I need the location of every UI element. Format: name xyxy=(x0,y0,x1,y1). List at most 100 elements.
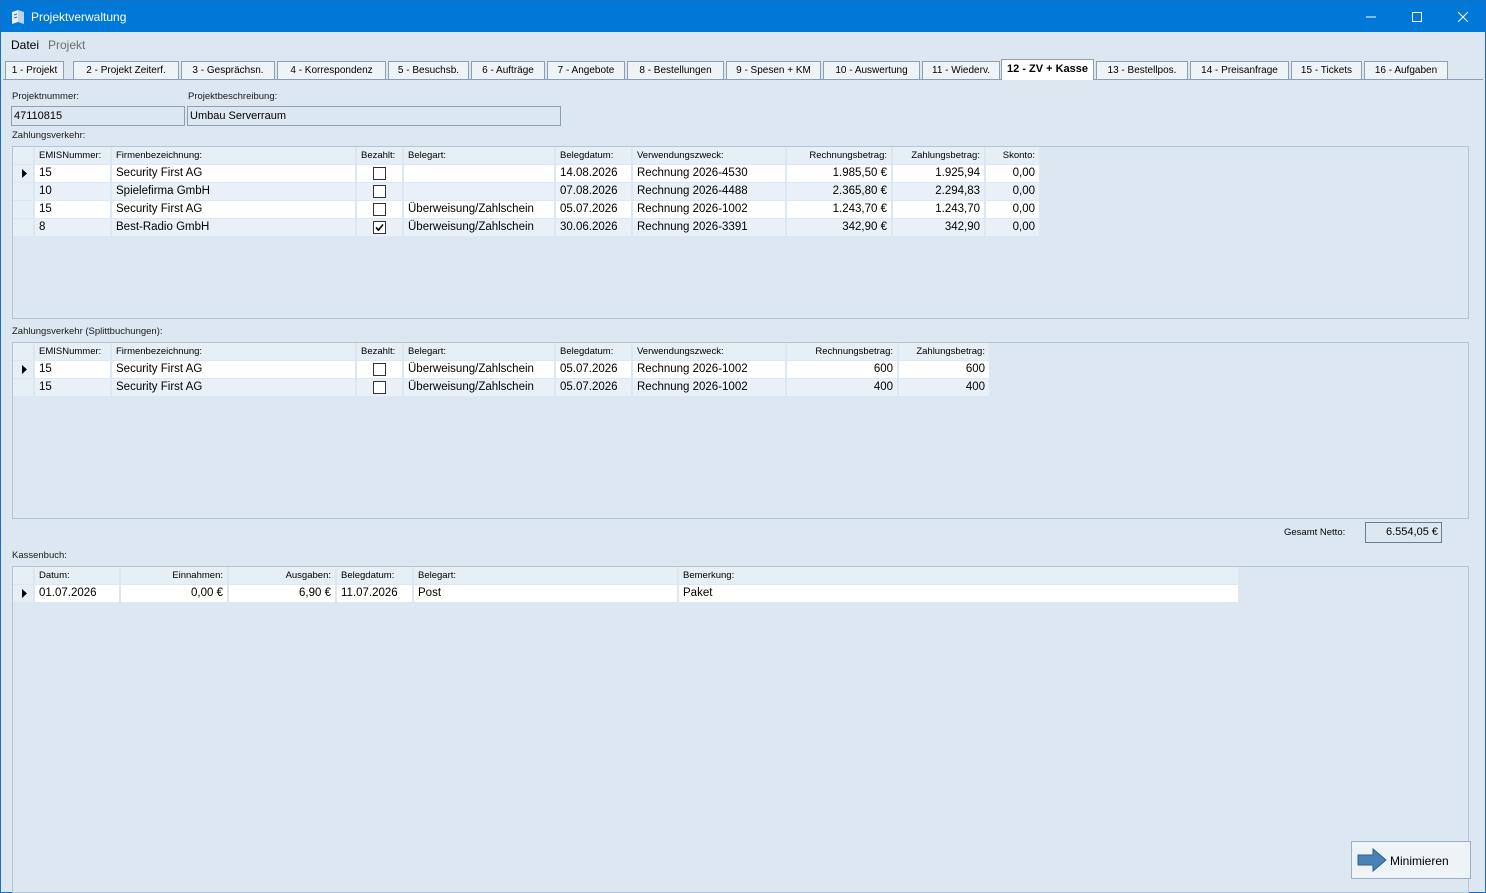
tab-bestellungen[interactable]: 8 - Bestellungen xyxy=(627,61,724,80)
kasse-header-ausgaben[interactable]: Ausgaben: xyxy=(229,567,335,584)
zv-cell-skonto[interactable]: 0,00 xyxy=(986,165,1039,182)
zv-header-zahlung[interactable]: Zahlungsbetrag: xyxy=(893,147,984,164)
zv-cell-datum[interactable]: 07.08.2026 xyxy=(556,183,631,200)
zv-cell-belegart[interactable] xyxy=(404,165,554,182)
tab-tickets[interactable]: 15 - Tickets xyxy=(1291,61,1362,80)
zv-cell-rechnung[interactable]: 2.365,80 € xyxy=(787,183,891,200)
close-window-button[interactable] xyxy=(1440,1,1486,32)
zv-header-emis[interactable]: EMISNummer: xyxy=(35,147,110,164)
zv-cell-bezahlt[interactable] xyxy=(357,183,402,200)
kasse-cell-belegdatum[interactable]: 11.07.2026 xyxy=(337,585,412,602)
zv-cell-skonto[interactable]: 0,00 xyxy=(986,219,1039,236)
kassenbuch-grid[interactable]: Datum: Einnahmen: Ausgaben: Belegdatum: Bele… xyxy=(12,566,1469,893)
zv-cell-bezahlt[interactable] xyxy=(357,219,402,236)
tab-wiederv[interactable]: 11 - Wiederv. xyxy=(922,61,1000,80)
projektnummer-field[interactable]: 47110815 xyxy=(11,106,185,126)
maximize-window-button[interactable] xyxy=(1394,1,1440,32)
split-header-bezahlt[interactable]: Bezahlt: xyxy=(357,343,402,360)
zv-row-selector[interactable] xyxy=(13,183,33,200)
bezahlt-checkbox[interactable] xyxy=(373,221,386,234)
zv-cell-firma[interactable]: Security First AG xyxy=(112,201,355,218)
bezahlt-checkbox[interactable] xyxy=(373,363,386,376)
split-cell-datum[interactable]: 05.07.2026 xyxy=(556,361,631,378)
split-cell-firma[interactable]: Security First AG xyxy=(112,379,355,396)
zv-header-datum[interactable]: Belegdatum: xyxy=(556,147,631,164)
minimieren-button[interactable]: Minimieren xyxy=(1351,841,1471,879)
tab-zv-kasse[interactable]: 12 - ZV + Kasse xyxy=(1001,59,1094,80)
split-cell-firma[interactable]: Security First AG xyxy=(112,361,355,378)
title-bar[interactable]: Projektverwaltung xyxy=(1,1,1485,32)
projektbeschreibung-field[interactable]: Umbau Serverraum xyxy=(187,106,561,126)
bezahlt-checkbox[interactable] xyxy=(373,203,386,216)
minimize-window-button[interactable] xyxy=(1348,1,1394,32)
menu-datei[interactable]: Datei xyxy=(11,38,39,52)
zv-cell-firma[interactable]: Spielefirma GmbH xyxy=(112,183,355,200)
zv-row-selector[interactable] xyxy=(13,219,33,236)
zv-cell-belegart[interactable] xyxy=(404,183,554,200)
split-row-selector[interactable] xyxy=(13,361,33,378)
split-cell-emis[interactable]: 15 xyxy=(35,379,110,396)
zv-cell-belegart[interactable]: Überweisung/Zahlschein xyxy=(404,201,554,218)
zv-cell-skonto[interactable]: 0,00 xyxy=(986,183,1039,200)
kasse-cell-einnahmen[interactable]: 0,00 € xyxy=(121,585,227,602)
zv-cell-zahlung[interactable]: 342,90 xyxy=(893,219,984,236)
gesamt-netto-field[interactable]: 6.554,05 € xyxy=(1365,522,1442,543)
split-cell-zweck[interactable]: Rechnung 2026-1002 xyxy=(633,361,785,378)
tab-angebote[interactable]: 7 - Angebote xyxy=(547,61,625,80)
zv-header-skonto[interactable]: Skonto: xyxy=(986,147,1039,164)
split-header-rechnung[interactable]: Rechnungsbetrag: xyxy=(787,343,897,360)
tab-aufgaben[interactable]: 16 - Aufgaben xyxy=(1364,61,1448,80)
kasse-header-einnahmen[interactable]: Einnahmen: xyxy=(121,567,227,584)
kasse-row[interactable]: 01.07.2026 0,00 €6,90 €11.07.2026 Post Pake… xyxy=(13,585,1468,603)
zv-cell-skonto[interactable]: 0,00 xyxy=(986,201,1039,218)
tab-gespraechsn[interactable]: 3 - Gesprächsn. xyxy=(181,61,275,80)
split-cell-zahlung[interactable]: 600 xyxy=(899,361,989,378)
split-cell-belegart[interactable]: Überweisung/Zahlschein xyxy=(404,379,554,396)
menu-projekt[interactable]: Projekt xyxy=(48,38,85,52)
tab-auftraege[interactable]: 6 - Aufträge xyxy=(471,61,545,80)
kasse-header-bemerkung[interactable]: Bemerkung: xyxy=(679,567,1238,584)
split-cell-zweck[interactable]: Rechnung 2026-1002 xyxy=(633,379,785,396)
zv-cell-bezahlt[interactable] xyxy=(357,201,402,218)
kasse-header-belegdatum[interactable]: Belegdatum: xyxy=(337,567,412,584)
tab-korrespondenz[interactable]: 4 - Korrespondenz xyxy=(277,61,386,80)
split-header-datum[interactable]: Belegdatum: xyxy=(556,343,631,360)
split-cell-emis[interactable]: 15 xyxy=(35,361,110,378)
zv-cell-rechnung[interactable]: 342,90 € xyxy=(787,219,891,236)
zv-cell-zweck[interactable]: Rechnung 2026-1002 xyxy=(633,201,785,218)
zv-cell-zweck[interactable]: Rechnung 2026-3391 xyxy=(633,219,785,236)
tab-bestellpos[interactable]: 13 - Bestellpos. xyxy=(1096,61,1188,80)
zv-header-zweck[interactable]: Verwendungszweck: xyxy=(633,147,785,164)
zv-cell-zweck[interactable]: Rechnung 2026-4488 xyxy=(633,183,785,200)
tab-preisanfrage[interactable]: 14 - Preisanfrage xyxy=(1190,61,1289,80)
splittbuchungen-grid[interactable]: EMISNummer: Firmenbezeichnung: Bezahlt: Bel… xyxy=(12,342,1469,519)
bezahlt-checkbox[interactable] xyxy=(373,381,386,394)
zv-cell-datum[interactable]: 14.08.2026 xyxy=(556,165,631,182)
tab-spesen-km[interactable]: 9 - Spesen + KM xyxy=(726,61,821,80)
zv-cell-zahlung[interactable]: 1.243,70 xyxy=(893,201,984,218)
kasse-cell-ausgaben[interactable]: 6,90 € xyxy=(229,585,335,602)
tab-auswertung[interactable]: 10 - Auswertung xyxy=(823,61,920,80)
split-cell-belegart[interactable]: Überweisung/Zahlschein xyxy=(404,361,554,378)
kasse-header-datum[interactable]: Datum: xyxy=(35,567,119,584)
zv-cell-firma[interactable]: Best-Radio GmbH xyxy=(112,219,355,236)
kasse-cell-belegart[interactable]: Post xyxy=(414,585,677,602)
zv-header-bezahlt[interactable]: Bezahlt: xyxy=(357,147,402,164)
zv-row[interactable]: 15 Security First AG 14.08.2026 Rechnung 20… xyxy=(13,165,1468,183)
kasse-row-selector[interactable] xyxy=(13,585,33,602)
kasse-header-belegart[interactable]: Belegart: xyxy=(414,567,677,584)
kasse-cell-bemerkung[interactable]: Paket xyxy=(679,585,1238,602)
split-row[interactable]: 15 Security First AG Überweisung/Zahlschei… xyxy=(13,379,1468,397)
zv-cell-datum[interactable]: 05.07.2026 xyxy=(556,201,631,218)
kasse-cell-datum[interactable]: 01.07.2026 xyxy=(35,585,119,602)
zv-row[interactable]: 8 Best-Radio GmbH Überweisung/Zahlschein 30… xyxy=(13,219,1468,237)
tab-projekt-zeiterf[interactable]: 2 - Projekt Zeiterf. xyxy=(73,61,179,80)
zv-cell-belegart[interactable]: Überweisung/Zahlschein xyxy=(404,219,554,236)
zv-cell-firma[interactable]: Security First AG xyxy=(112,165,355,182)
zv-cell-emis[interactable]: 8 xyxy=(35,219,110,236)
zv-cell-datum[interactable]: 30.06.2026 xyxy=(556,219,631,236)
split-header-belegart[interactable]: Belegart: xyxy=(404,343,554,360)
zv-cell-emis[interactable]: 15 xyxy=(35,201,110,218)
split-header-zahlung[interactable]: Zahlungsbetrag: xyxy=(899,343,989,360)
zv-header-belegart[interactable]: Belegart: xyxy=(404,147,554,164)
